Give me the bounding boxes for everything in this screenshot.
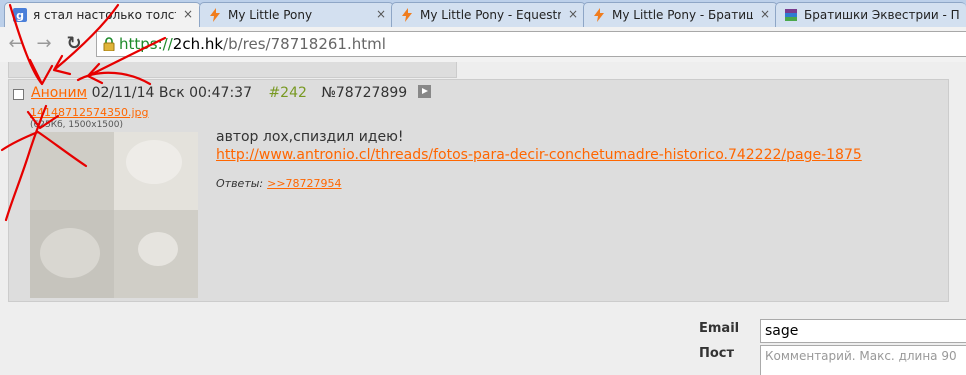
post-reply: Аноним 02/11/14 Вск 00:47:37 #242 №78727… [8,79,949,302]
tab-2[interactable]: My Little Pony × [199,2,394,27]
tab-close-icon[interactable]: × [760,7,770,21]
email-label: Email [699,321,740,336]
post-replies: Ответы: >>78727954 [216,177,342,190]
post-thumbnail[interactable] [30,132,198,298]
comment-field[interactable]: Комментарий. Макс. длина 90 [760,345,966,375]
url-protocol: https:// [119,35,173,53]
replies-label: Ответы: [216,177,264,190]
post-date: 02/11/14 Вск 00:47:37 [91,85,252,101]
tab-title: My Little Pony [228,8,313,22]
previous-post [8,62,457,78]
reply-link[interactable]: >>78727954 [267,177,341,190]
svg-text:g: g [16,9,24,22]
back-icon[interactable]: ← [5,33,27,55]
lock-icon [103,37,115,51]
winrar-icon [785,9,797,21]
tab-1[interactable]: g я стал настолько толсты × [4,2,201,27]
post-header: Аноним 02/11/14 Вск 00:47:37 #242 №78727… [31,85,431,101]
url-host: 2ch.hk [172,35,224,53]
file-name-link[interactable]: 14148712574350.jpg [30,106,149,119]
url-path: /b/res/78718261.html [223,35,386,53]
tab-5[interactable]: Братишки Эквестрии - П [775,2,966,27]
reload-icon[interactable]: ↻ [63,33,85,55]
forward-icon[interactable]: → [33,33,55,55]
post-number: #242 [268,85,307,101]
google-g-icon: g [13,8,27,22]
tab-3[interactable]: My Little Pony - Equestria × [391,2,586,27]
tab-close-icon[interactable]: × [183,7,193,21]
post-message: автор лох,спиздил идею! http://www.antro… [216,128,862,164]
post-id[interactable]: №78727899 [321,85,407,101]
tab-title: Братишки Эквестрии - П [804,8,960,22]
lightning-icon [594,8,604,22]
address-bar[interactable]: https://2ch.hk/b/res/78718261.html [96,31,966,57]
lightning-icon [402,8,412,22]
lightning-icon [210,8,220,22]
tab-title: My Little Pony - Equestria [420,8,561,22]
post-label: Пост [699,346,735,361]
play-icon[interactable] [417,85,431,98]
email-field[interactable]: sage [760,319,966,343]
tab-4[interactable]: My Little Pony - Братишк × [583,2,778,27]
tab-close-icon[interactable]: × [568,7,578,21]
tab-strip: g я стал настолько толсты × My Little Po… [0,0,966,27]
browser-toolbar: ← → ↻ https://2ch.hk/b/res/78718261.html [0,27,966,63]
tab-title: я стал настолько толсты [33,8,176,22]
tab-close-icon[interactable]: × [376,7,386,21]
message-link[interactable]: http://www.antronio.cl/threads/fotos-par… [216,146,862,164]
address-url: https://2ch.hk/b/res/78718261.html [119,32,386,56]
tab-title: My Little Pony - Братишк [612,8,753,22]
message-text: автор лох,спиздил идею! [216,129,404,145]
post-author-link[interactable]: Аноним [31,85,87,101]
file-meta: (625Кб, 1500x1500) [30,120,123,130]
post-checkbox[interactable] [13,89,24,100]
